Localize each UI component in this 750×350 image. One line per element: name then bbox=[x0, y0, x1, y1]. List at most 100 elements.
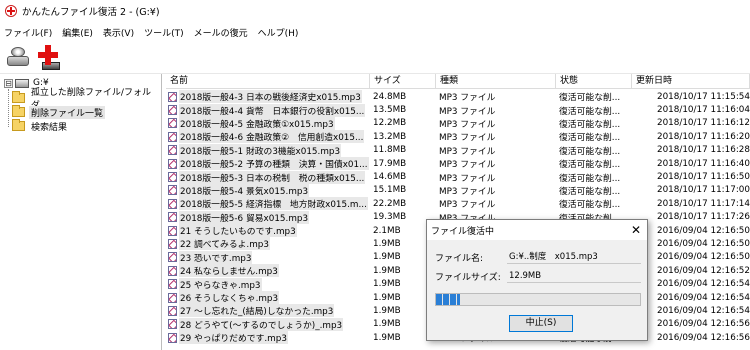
file-modified: 2018/10/17 11:17:00 bbox=[656, 185, 750, 196]
file-modified: 2018/10/17 11:16:40 bbox=[656, 158, 750, 169]
tree-item-search-results[interactable]: 検索結果 bbox=[12, 119, 69, 133]
file-name-cell: 21 そうしたいものです.mp3 bbox=[166, 224, 370, 238]
file-state: 復活可能な削... bbox=[559, 186, 621, 197]
folder-icon bbox=[12, 105, 25, 117]
toolbar bbox=[0, 42, 750, 74]
file-name-cell: 2018版一般5-4 景気x015.mp3 bbox=[166, 183, 370, 197]
file-name-cell: 24 私ならしません.mp3 bbox=[166, 264, 370, 278]
table-row[interactable]: 2018版一般5-5 経済指標 地方財政x015.m... 22.2MB MP3 フ… bbox=[166, 197, 750, 211]
table-row[interactable]: 2018版一般5-2 予算の種類 決算・国債x01... 17.9MB MP3 ファ… bbox=[166, 157, 750, 171]
filesize-row: ファイルサイズ: 12.9MB bbox=[435, 270, 641, 283]
drive-icon bbox=[7, 55, 29, 66]
file-icon bbox=[168, 252, 177, 263]
file-modified: 2018/10/17 11:17:14 bbox=[656, 198, 750, 209]
close-icon[interactable]: ✕ bbox=[631, 223, 641, 237]
file-type: MP3 ファイル bbox=[439, 160, 496, 171]
file-name: 25 やらなきゃ.mp3 bbox=[179, 277, 262, 291]
table-row[interactable]: 2018版一般4-3 日本の戦後経済史x015.mp3 24.8MB MP3 ファイ… bbox=[166, 90, 750, 104]
file-name: 2018版一般4-6 金融政策② 信用創造x015... bbox=[179, 130, 365, 144]
filesize-value: 12.9MB bbox=[507, 270, 641, 283]
file-size: 14.6MB bbox=[373, 172, 407, 183]
table-row[interactable]: 2018版一般5-3 日本の税制 税の種類x015... 14.6MB MP3 ファ… bbox=[166, 170, 750, 184]
menu-file[interactable]: ファイル(F) bbox=[4, 26, 52, 39]
filename-label: ファイル名: bbox=[435, 254, 484, 264]
file-icon bbox=[168, 292, 177, 303]
file-modified: 2018/10/17 11:16:28 bbox=[656, 145, 750, 156]
file-name-cell: 2018版一般4-5 金融政策①x015.mp3 bbox=[166, 116, 370, 130]
file-icon bbox=[168, 131, 177, 142]
file-type: MP3 ファイル bbox=[439, 93, 496, 104]
file-name: 2018版一般4-4 貨幣 日本銀行の役割x015... bbox=[179, 103, 366, 117]
file-name-cell: 27 ～し忘れた_(結局)しなかった.mp3 bbox=[166, 304, 370, 318]
file-name: 29 やっぱりだめです.mp3 bbox=[179, 331, 288, 345]
file-name-cell: 2018版一般5-6 貿易x015.mp3 bbox=[166, 210, 370, 224]
file-modified: 2018/10/17 11:16:12 bbox=[656, 118, 750, 129]
recover-button[interactable] bbox=[34, 44, 62, 72]
column-modified[interactable]: 更新日時 bbox=[632, 74, 750, 89]
collapse-icon[interactable]: ⊟ bbox=[4, 78, 13, 88]
menu-help[interactable]: ヘルプ(H) bbox=[258, 26, 299, 39]
table-row[interactable]: 2018版一般4-5 金融政策①x015.mp3 12.2MB MP3 ファイル 復活… bbox=[166, 116, 750, 130]
filename-value: G:¥..制度 x015.mp3 bbox=[507, 251, 641, 264]
file-icon bbox=[168, 319, 177, 330]
recovery-dialog: ファイル復活中 ✕ ファイル名: G:¥..制度 x015.mp3 ファイルサイ… bbox=[426, 219, 648, 341]
stop-button[interactable]: 中止(S) bbox=[509, 315, 573, 332]
file-icon bbox=[168, 265, 177, 276]
menu-view[interactable]: 表示(V) bbox=[103, 26, 134, 39]
list-header: 名前 サイズ 種類 状態 更新日時 bbox=[166, 74, 750, 89]
filesize-label: ファイルサイズ: bbox=[435, 273, 501, 283]
menu-edit[interactable]: 編集(E) bbox=[62, 26, 93, 39]
file-name: 2018版一般4-5 金融政策①x015.mp3 bbox=[179, 116, 335, 130]
file-modified: 2016/09/04 12:16:50 bbox=[656, 252, 750, 263]
table-row[interactable]: 2018版一般4-4 貨幣 日本銀行の役割x015... 13.5MB MP3 ファ… bbox=[166, 103, 750, 117]
file-icon bbox=[168, 332, 177, 343]
file-type: MP3 ファイル bbox=[439, 146, 496, 157]
file-modified: 2016/09/04 12:16:56 bbox=[656, 332, 750, 343]
menu-tools[interactable]: ツール(T) bbox=[144, 26, 184, 39]
file-state: 復活可能な削... bbox=[559, 133, 621, 144]
file-name-cell: 2018版一般4-6 金融政策② 信用創造x015... bbox=[166, 130, 370, 144]
file-icon bbox=[168, 212, 177, 223]
file-size: 13.2MB bbox=[373, 131, 407, 142]
folder-icon bbox=[12, 91, 25, 103]
file-name: 23 恐いです.mp3 bbox=[179, 250, 253, 264]
file-icon bbox=[168, 238, 177, 249]
file-name: 2018版一般5-6 貿易x015.mp3 bbox=[179, 210, 310, 224]
file-name-cell: 28 どうやて(～するのでしょうか)_.mp3 bbox=[166, 317, 370, 331]
file-name: 28 どうやて(～するのでしょうか)_.mp3 bbox=[179, 317, 344, 331]
file-size: 15.1MB bbox=[373, 185, 407, 196]
file-type: MP3 ファイル bbox=[439, 173, 496, 184]
file-name-cell: 2018版一般5-1 財政の3機能x015.mp3 bbox=[166, 143, 370, 157]
drive-icon bbox=[15, 78, 29, 88]
file-size: 22.2MB bbox=[373, 198, 407, 209]
window-title: かんたんファイル復活 2 - (G:¥) bbox=[22, 7, 160, 18]
progress-bar bbox=[435, 293, 641, 306]
file-name: 24 私ならしません.mp3 bbox=[179, 264, 279, 278]
table-row[interactable]: 2018版一般5-1 財政の3機能x015.mp3 11.8MB MP3 ファイル 復… bbox=[166, 143, 750, 157]
file-modified: 2016/09/04 12:16:50 bbox=[656, 225, 750, 236]
file-name-cell: 2018版一般5-3 日本の税制 税の種類x015... bbox=[166, 170, 370, 184]
file-state: 復活可能な削... bbox=[559, 173, 621, 184]
file-modified: 2018/10/17 11:16:50 bbox=[656, 172, 750, 183]
tree-item-deleted-list[interactable]: 削除ファイル一覧 bbox=[12, 105, 106, 119]
file-modified: 2016/09/04 12:16:50 bbox=[656, 238, 750, 249]
file-name: 2018版一般4-3 日本の戦後経済史x015.mp3 bbox=[179, 90, 362, 104]
file-type: MP3 ファイル bbox=[439, 119, 496, 130]
column-state[interactable]: 状態 bbox=[556, 74, 632, 89]
file-name-cell: 2018版一般5-2 予算の種類 決算・国債x01... bbox=[166, 157, 370, 171]
file-state: 復活可能な削... bbox=[559, 146, 621, 157]
file-icon bbox=[168, 279, 177, 290]
table-row[interactable]: 2018版一般4-6 金融政策② 信用創造x015... 13.2MB MP3 ファ… bbox=[166, 130, 750, 144]
table-row[interactable]: 2018版一般5-4 景気x015.mp3 15.1MB MP3 ファイル 復活可能な… bbox=[166, 183, 750, 197]
file-name-cell: 2018版一般5-5 経済指標 地方財政x015.m... bbox=[166, 197, 370, 211]
drive-select-button[interactable] bbox=[4, 44, 32, 72]
column-type[interactable]: 種類 bbox=[436, 74, 556, 89]
column-name[interactable]: 名前 bbox=[166, 74, 370, 89]
file-modified: 2018/10/17 11:17:26 bbox=[656, 212, 750, 223]
menu-mail-restore[interactable]: メールの復元 bbox=[194, 26, 248, 39]
file-icon bbox=[168, 145, 177, 156]
tree-item-orphaned[interactable]: 孤立した削除ファイル/フォルダ bbox=[12, 88, 161, 111]
file-name-cell: 25 やらなきゃ.mp3 bbox=[166, 277, 370, 291]
column-size[interactable]: サイズ bbox=[370, 74, 436, 89]
file-type: MP3 ファイル bbox=[439, 200, 496, 211]
